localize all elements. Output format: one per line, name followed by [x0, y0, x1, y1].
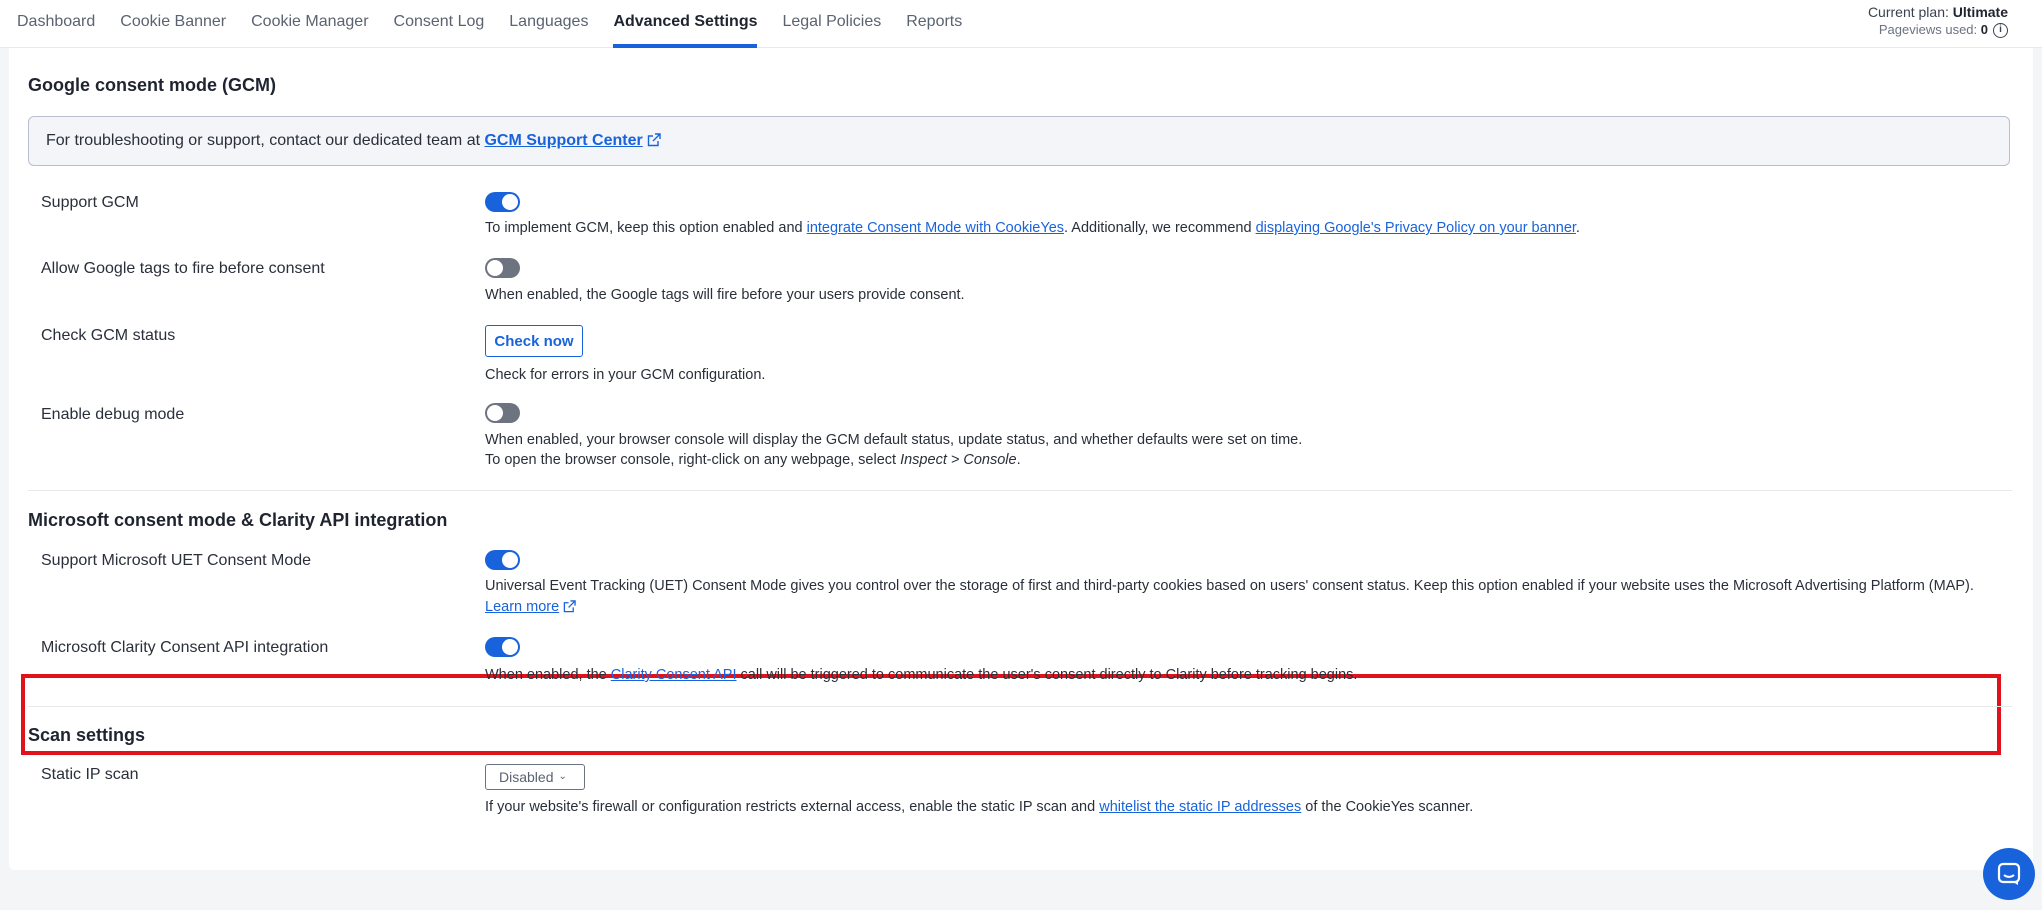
pageviews-label: Pageviews used: — [1878, 22, 1978, 37]
debug-mode-label: Enable debug mode — [41, 406, 185, 423]
debug-mode-description-1: When enabled, your browser console will … — [485, 432, 1303, 448]
current-plan-value: Ultimate — [1952, 4, 2008, 20]
clarity-consent-api-description: When enabled, the Clarity Consent API ca… — [485, 667, 1358, 683]
whitelist-ip-link[interactable]: whitelist the static IP addresses — [1099, 799, 1301, 815]
chat-button[interactable] — [1983, 848, 2035, 900]
chevron-down-icon: ⌄ — [558, 771, 567, 782]
tab-cookie-manager[interactable]: Cookie Manager — [251, 0, 368, 48]
main-tabs: Dashboard Cookie Banner Cookie Manager C… — [17, 0, 987, 48]
gcm-section-title: Google consent mode (GCM) — [28, 75, 277, 95]
support-gcm-description: To implement GCM, keep this option enabl… — [485, 220, 1580, 236]
pageviews-value: 0 — [1980, 22, 1988, 37]
check-now-button[interactable]: Check now — [485, 325, 583, 357]
section-divider — [28, 490, 2012, 491]
integrate-consent-mode-link[interactable]: integrate Consent Mode with CookieYes — [807, 220, 1064, 236]
debug-mode-toggle[interactable] — [485, 403, 520, 423]
static-ip-scan-description: If your website's firewall or configurat… — [485, 799, 1474, 815]
external-link-icon — [563, 600, 576, 613]
google-privacy-policy-link[interactable]: displaying Google's Privacy Policy on yo… — [1256, 220, 1576, 236]
tab-cookie-banner[interactable]: Cookie Banner — [120, 0, 226, 48]
scan-settings-title: Scan settings — [28, 725, 146, 745]
tab-languages[interactable]: Languages — [509, 0, 588, 48]
tab-legal-policies[interactable]: Legal Policies — [782, 0, 881, 48]
chat-icon — [1997, 862, 2021, 885]
check-gcm-status-description: Check for errors in your GCM configurati… — [485, 367, 766, 383]
debug-mode-description-2: To open the browser console, right-click… — [485, 452, 1021, 468]
clarity-consent-api-label: Microsoft Clarity Consent API integratio… — [41, 639, 329, 656]
plan-info: Current plan: Ultimate Pageviews used: 0… — [1868, 3, 2008, 39]
top-navigation-bar: Dashboard Cookie Banner Cookie Manager C… — [0, 0, 2042, 48]
advanced-settings-card: Google consent mode (GCM) For troublesho… — [9, 48, 2033, 870]
allow-google-tags-toggle[interactable] — [485, 258, 520, 278]
check-gcm-status-label: Check GCM status — [41, 327, 176, 344]
allow-google-tags-label: Allow Google tags to fire before consent — [41, 260, 325, 277]
static-ip-scan-selected: Disabled — [499, 769, 554, 785]
support-gcm-label: Support GCM — [41, 194, 139, 211]
support-gcm-toggle[interactable] — [485, 192, 520, 212]
allow-google-tags-description: When enabled, the Google tags will fire … — [485, 287, 965, 303]
pageviews-used: Pageviews used: 0 i — [1868, 21, 2008, 39]
tab-reports[interactable]: Reports — [906, 0, 962, 48]
section-divider — [28, 706, 2012, 707]
clarity-highlight-box — [21, 674, 2001, 755]
static-ip-scan-label: Static IP scan — [41, 766, 139, 783]
clarity-consent-api-toggle[interactable] — [485, 637, 520, 657]
microsoft-section-title: Microsoft consent mode & Clarity API int… — [28, 510, 448, 530]
clarity-consent-api-link[interactable]: Clarity Consent API — [611, 667, 737, 683]
gcm-support-center-link[interactable]: GCM Support Center — [484, 132, 661, 149]
info-icon[interactable]: i — [1993, 22, 2008, 38]
current-plan: Current plan: Ultimate — [1868, 3, 2008, 21]
gcm-support-notice: For troubleshooting or support, contact … — [28, 116, 2010, 166]
gcm-notice-text: For troubleshooting or support, contact … — [46, 132, 481, 149]
static-ip-scan-select[interactable]: Disabled ⌄ — [485, 764, 585, 790]
learn-more-link[interactable]: Learn more — [485, 599, 576, 615]
external-link-icon — [647, 133, 661, 147]
tab-consent-log[interactable]: Consent Log — [394, 0, 485, 48]
tab-advanced-settings[interactable]: Advanced Settings — [613, 0, 758, 48]
current-plan-label: Current plan: — [1867, 4, 1949, 20]
tab-dashboard[interactable]: Dashboard — [17, 0, 95, 48]
uet-consent-mode-toggle[interactable] — [485, 550, 520, 570]
uet-consent-mode-label: Support Microsoft UET Consent Mode — [41, 552, 312, 569]
uet-consent-mode-description: Universal Event Tracking (UET) Consent M… — [485, 578, 1974, 594]
